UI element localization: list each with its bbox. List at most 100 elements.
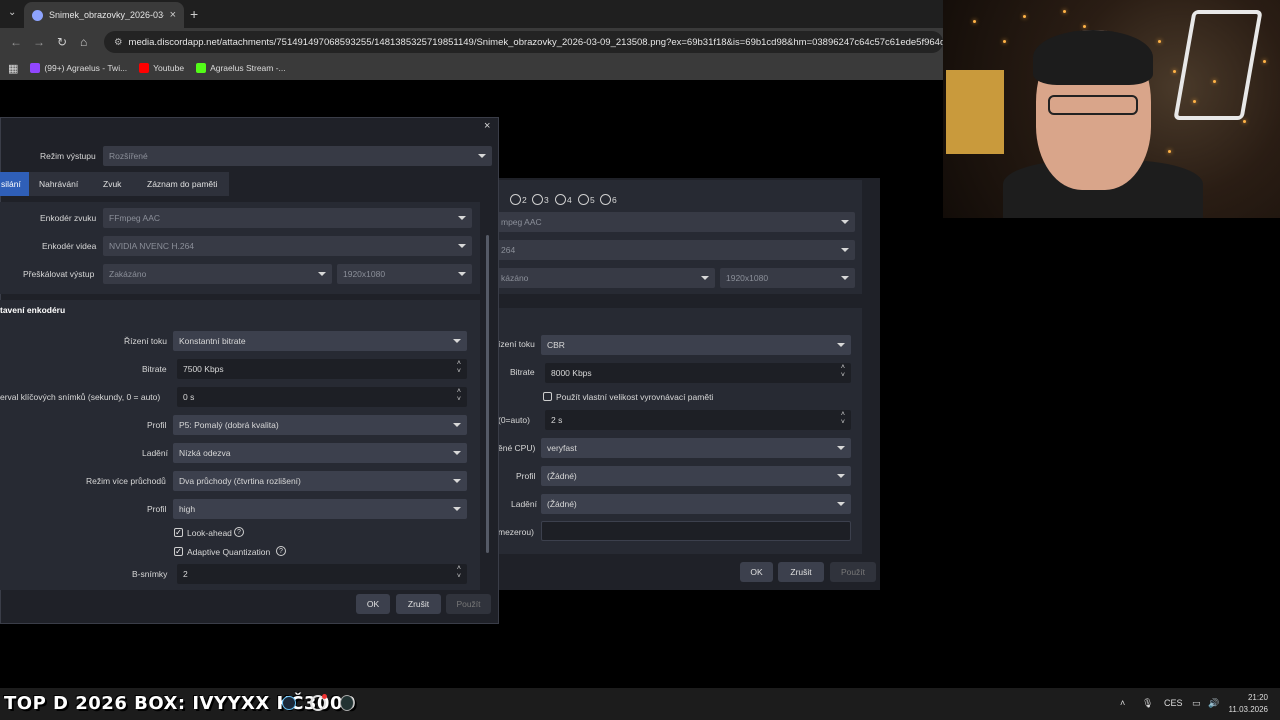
help-icon[interactable]: ?	[276, 546, 286, 556]
tab-recording[interactable]: Nahrávání	[29, 172, 89, 196]
audio-encoder-select[interactable]: FFmpeg AAC	[103, 208, 472, 228]
chevron-down-icon	[837, 446, 845, 450]
rescale-resolution-select[interactable]: 1920x1080	[337, 264, 472, 284]
video-encoder-select[interactable]: NVIDIA NVENC H.264	[103, 236, 472, 256]
bookmark-twitch[interactable]: (99+) Agraelus - Twi...	[30, 63, 127, 73]
spinbox-value: 2	[183, 569, 188, 579]
apply-button[interactable]: Použít	[446, 594, 491, 614]
bitrate-spinbox[interactable]: 7500 Kbps ˄ ˅	[177, 359, 467, 379]
rescale-select[interactable]: Zakázáno	[103, 264, 332, 284]
bitrate-label: Bitrate	[142, 364, 167, 374]
track-radio-6[interactable]	[600, 194, 611, 205]
recording-indicator-icon	[322, 694, 327, 699]
track-label: 6	[612, 195, 617, 205]
bframes-spinbox[interactable]: 2 ˄ ˅	[177, 564, 467, 584]
rescale-resolution-select[interactable]: 1920x1080	[720, 268, 855, 288]
track-radio-5[interactable]	[578, 194, 589, 205]
clock-time[interactable]: 21:20	[1230, 693, 1268, 702]
site-info-icon[interactable]: ⚙	[114, 37, 123, 48]
bookmark-youtube[interactable]: Youtube	[139, 63, 184, 73]
adaptive-quantization-checkbox[interactable]: ✓	[174, 547, 183, 556]
browser-tab[interactable]: Snimek_obrazovky_2026-03-09 ×	[24, 2, 184, 28]
steam-icon[interactable]	[282, 696, 296, 710]
bframes-label: B-snímky	[132, 569, 168, 579]
scrollbar[interactable]	[486, 235, 489, 553]
tune-select[interactable]: (Žádné)	[541, 494, 851, 514]
preset-select[interactable]: P5: Pomalý (dobrá kvalita)	[173, 415, 467, 435]
cancel-button[interactable]: Zrušit	[396, 594, 441, 614]
select-value: FFmpeg AAC	[109, 213, 161, 223]
output-mode-select[interactable]: Rozšířené	[103, 146, 492, 166]
track-label: 2	[522, 195, 527, 205]
video-encoder-label: Enkodér videa	[42, 241, 97, 251]
multipass-select[interactable]: Dva průchody (čtvrtina rozlišení)	[173, 471, 467, 491]
chevron-down-icon	[841, 220, 849, 224]
chevron-down-icon	[458, 216, 466, 220]
network-icon[interactable]: ▭	[1192, 698, 1201, 709]
keyframe-spinbox[interactable]: 0 s ˄ ˅	[177, 387, 467, 407]
track-radio-2[interactable]	[510, 194, 521, 205]
ok-button[interactable]: OK	[740, 562, 773, 582]
select-value: 1920x1080	[726, 273, 769, 283]
track-radio-4[interactable]	[555, 194, 566, 205]
volume-icon[interactable]: 🔊	[1208, 698, 1219, 709]
rate-control-select[interactable]: CBR	[541, 335, 851, 355]
app-icon[interactable]	[340, 695, 354, 711]
spin-arrows-icon[interactable]: ˄ ˅	[457, 388, 461, 404]
lookahead-checkbox[interactable]: ✓	[174, 528, 183, 537]
chevron-down-icon	[458, 272, 466, 276]
address-bar[interactable]: ⚙ media.discordapp.net/attachments/75149…	[104, 31, 943, 53]
tab-list-chevron-icon[interactable]: ⌄	[8, 7, 20, 19]
spin-arrows-icon[interactable]: ˄ ˅	[457, 565, 461, 581]
select-value: (Žádné)	[547, 471, 577, 481]
bitrate-label: Bitrate	[510, 367, 535, 377]
keyframe-spinbox[interactable]: 2 s ˄ ˅	[545, 410, 851, 430]
spin-arrows-icon[interactable]: ˄ ˅	[841, 411, 845, 427]
rate-control-label: ízení toku	[498, 339, 535, 349]
new-tab-icon[interactable]: +	[190, 6, 198, 22]
language-indicator[interactable]: CES	[1164, 698, 1183, 708]
tab-streaming[interactable]: silání	[0, 172, 29, 196]
cpu-preset-select[interactable]: veryfast	[541, 438, 851, 458]
rate-control-label: Řízení toku	[124, 336, 167, 346]
home-icon[interactable]: ⌂	[80, 35, 87, 49]
video-encoder-select[interactable]: 264	[495, 240, 855, 260]
clock-date[interactable]: 11.03.2026	[1222, 705, 1268, 714]
rescale-select[interactable]: kázáno	[495, 268, 715, 288]
track-label: 5	[590, 195, 595, 205]
profile-select[interactable]: (Žádné)	[541, 466, 851, 486]
help-icon[interactable]: ?	[234, 527, 244, 537]
tab-audio[interactable]: Zvuk	[89, 172, 137, 196]
favicon-icon	[32, 9, 43, 21]
audio-encoder-select[interactable]: mpeg AAC	[495, 212, 855, 232]
keyframe-label: (0=auto)	[498, 415, 530, 425]
close-tab-icon[interactable]: ×	[170, 9, 176, 21]
bookmark-kick[interactable]: Agraelus Stream -...	[196, 63, 286, 73]
forward-icon[interactable]: →	[33, 35, 45, 49]
spin-arrows-icon[interactable]: ˄ ˅	[841, 364, 845, 380]
spinbox-value: 8000 Kbps	[551, 368, 592, 378]
tuning-label: Ladění	[142, 448, 168, 458]
back-icon[interactable]: ←	[10, 35, 22, 49]
apps-icon[interactable]: ▦	[8, 62, 18, 75]
tab-replay-buffer[interactable]: Záznam do paměti	[137, 172, 229, 196]
tuning-select[interactable]: Nízká odezva	[173, 443, 467, 463]
microphone-icon[interactable]: 🎙	[1142, 698, 1153, 709]
x264-options-input[interactable]	[541, 521, 851, 541]
close-icon[interactable]: ×	[484, 120, 490, 132]
apply-button[interactable]: Použít	[830, 562, 876, 582]
track-radio-3[interactable]	[532, 194, 543, 205]
ok-button[interactable]: OK	[356, 594, 390, 614]
chevron-down-icon	[837, 343, 845, 347]
cancel-button[interactable]: Zrušit	[778, 562, 824, 582]
audio-encoder-label: Enkodér zvuku	[40, 213, 97, 223]
bitrate-spinbox[interactable]: 8000 Kbps ˄ ˅	[545, 363, 851, 383]
select-value: 1920x1080	[343, 269, 386, 279]
rate-control-select[interactable]: Konstantní bitrate	[173, 331, 467, 351]
spin-arrows-icon[interactable]: ˄ ˅	[457, 360, 461, 376]
profile-select[interactable]: high	[173, 499, 467, 519]
chevron-down-icon	[458, 244, 466, 248]
tray-chevron-icon[interactable]: ˄	[1120, 698, 1125, 708]
reload-icon[interactable]: ↻	[57, 35, 67, 49]
custom-buffer-checkbox[interactable]	[543, 392, 552, 401]
